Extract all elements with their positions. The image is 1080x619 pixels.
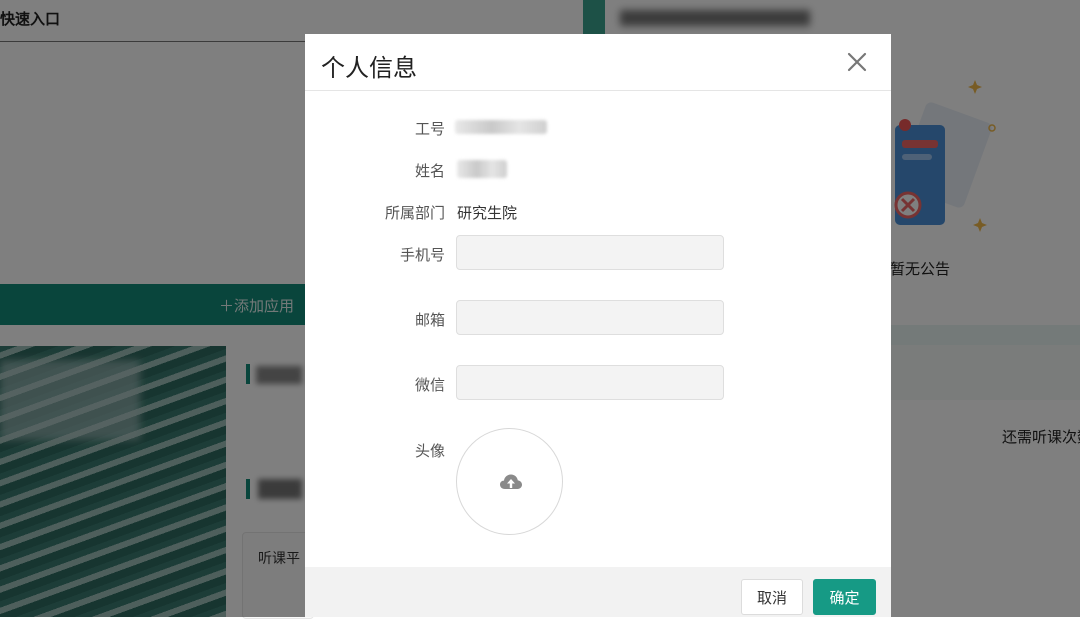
close-icon[interactable]: [843, 48, 871, 76]
dialog-header: 个人信息: [305, 34, 891, 91]
confirm-button[interactable]: 确定: [813, 579, 876, 615]
cloud-upload-icon: [500, 474, 522, 489]
avatar-upload[interactable]: [456, 428, 563, 535]
wechat-label: 微信: [414, 376, 445, 394]
personal-info-dialog: 个人信息 工号 姓名 所属部门 研究生院 手机号 邮箱 微信 头像 取消 确定: [305, 34, 891, 617]
phone-label: 手机号: [399, 246, 445, 264]
phone-input[interactable]: [456, 235, 724, 270]
department-value: 研究生院: [457, 204, 518, 222]
department-label: 所属部门: [384, 204, 445, 222]
name-label: 姓名: [414, 162, 445, 180]
email-label: 邮箱: [414, 311, 445, 329]
dialog-footer: 取消 确定: [305, 567, 891, 617]
avatar-label: 头像: [414, 442, 445, 460]
employee-id-value: [455, 120, 547, 134]
email-input[interactable]: [456, 300, 724, 335]
name-value: [457, 160, 507, 178]
wechat-input[interactable]: [456, 365, 724, 400]
cancel-button[interactable]: 取消: [741, 579, 803, 615]
dialog-title: 个人信息: [321, 54, 417, 82]
employee-id-label: 工号: [414, 120, 445, 138]
